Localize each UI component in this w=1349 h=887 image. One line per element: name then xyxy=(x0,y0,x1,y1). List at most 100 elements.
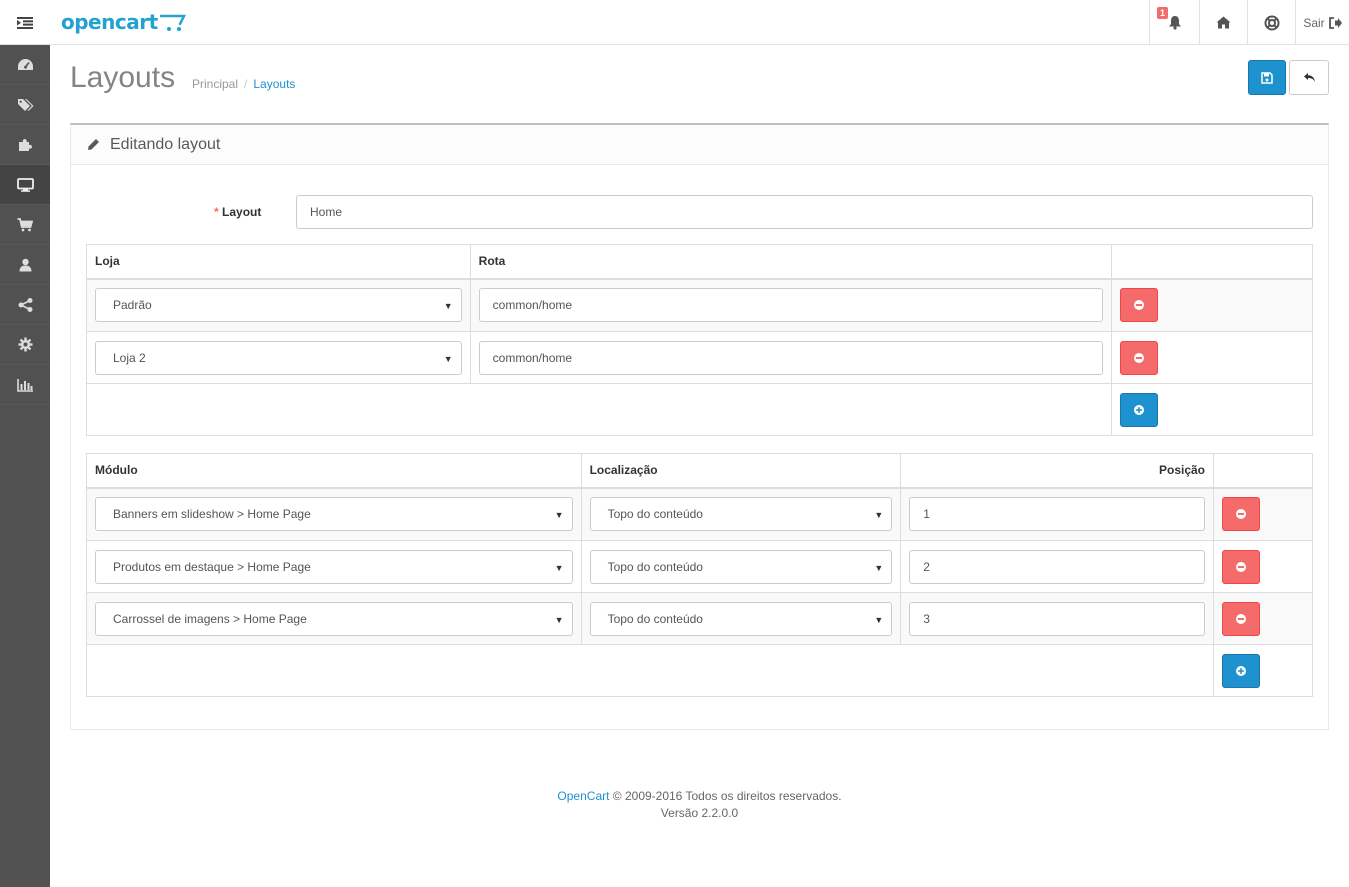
position-input[interactable]: 1 xyxy=(909,497,1206,532)
modules-header-position: Posição xyxy=(900,453,1215,489)
notifications-button[interactable]: 1 xyxy=(1149,0,1199,45)
table-row xyxy=(85,383,1313,436)
sidebar-item-design[interactable] xyxy=(0,165,50,205)
store-home-button[interactable] xyxy=(1199,0,1247,45)
module-select[interactable]: Carrossel de imagens > Home Page ▼ xyxy=(95,601,573,636)
life-ring-icon xyxy=(1264,15,1279,30)
routes-header-store: Loja xyxy=(86,244,471,280)
sidebar-item-reports[interactable] xyxy=(0,365,50,405)
top-header: opencart 1 Sair xyxy=(0,0,1349,45)
add-route-button[interactable] xyxy=(1120,392,1159,427)
store-select[interactable]: Loja 2 ▼ xyxy=(95,340,462,375)
cart-logo-icon xyxy=(159,14,186,31)
sidebar-item-sales[interactable] xyxy=(0,205,50,245)
footer: OpenCart © 2009-2016 Todos os direitos r… xyxy=(50,788,1349,822)
caret-down-icon: ▼ xyxy=(874,510,884,521)
bell-icon xyxy=(1168,16,1181,30)
breadcrumb-separator: / xyxy=(244,77,248,91)
caret-down-icon: ▼ xyxy=(554,614,564,625)
minus-circle-icon xyxy=(1236,613,1247,624)
opencart-link[interactable]: OpenCart xyxy=(557,789,609,803)
sidebar-item-dashboard[interactable] xyxy=(0,45,50,85)
dashboard-icon xyxy=(17,59,33,70)
layout-name-input[interactable]: Home xyxy=(296,195,1313,229)
remove-module-button[interactable] xyxy=(1222,601,1261,636)
modules-header-module: Módulo xyxy=(86,453,582,489)
caret-down-icon: ▼ xyxy=(874,614,884,625)
routes-table: Loja Rota Padrão ▼ common/home Loja 2 ▼ co… xyxy=(85,244,1313,436)
tags-icon xyxy=(17,98,33,111)
location-select[interactable]: Topo do conteúdo ▼ xyxy=(589,601,893,636)
caret-down-icon: ▼ xyxy=(443,353,453,364)
route-input[interactable]: common/home xyxy=(478,340,1104,375)
table-row: Banners em slideshow > Home Page ▼ Topo d… xyxy=(86,487,1313,541)
sidebar xyxy=(0,45,50,887)
home-icon xyxy=(1216,16,1231,29)
reply-icon xyxy=(1303,73,1315,82)
remove-module-button[interactable] xyxy=(1222,497,1261,532)
minus-circle-icon xyxy=(1236,509,1247,520)
store-select[interactable]: Padrão ▼ xyxy=(95,288,462,323)
share-icon xyxy=(18,297,32,312)
layout-label: * Layout xyxy=(214,205,262,219)
menu-indent-icon xyxy=(17,16,33,29)
puzzle-icon xyxy=(18,139,32,151)
modules-header-location: Localização xyxy=(580,453,902,489)
table-row xyxy=(85,644,1313,697)
modules-table: Módulo Localização Posição Banners em sl… xyxy=(85,453,1313,697)
caret-down-icon: ▼ xyxy=(554,510,564,521)
main-content: Layouts Principal / Layouts Editando lay… xyxy=(50,45,1349,887)
page-title: Layouts xyxy=(70,61,176,94)
sidebar-item-marketing[interactable] xyxy=(0,285,50,325)
menu-toggle-button[interactable] xyxy=(0,0,50,45)
caret-down-icon: ▼ xyxy=(554,562,564,573)
module-select[interactable]: Produtos em destaque > Home Page ▼ xyxy=(95,549,573,584)
edit-layout-panel: Editando layout * Layout Home Loja Rota … xyxy=(70,123,1329,730)
sidebar-item-system[interactable] xyxy=(0,325,50,365)
routes-header-action xyxy=(1111,244,1313,280)
desktop-icon xyxy=(16,177,34,192)
minus-circle-icon xyxy=(1236,561,1247,572)
breadcrumb-layouts[interactable]: Layouts xyxy=(253,77,295,91)
sidebar-item-extensions[interactable] xyxy=(0,125,50,165)
location-select[interactable]: Topo do conteúdo ▼ xyxy=(589,549,893,584)
gear-icon xyxy=(18,337,32,352)
table-row: Loja 2 ▼ common/home xyxy=(86,331,1313,384)
route-input[interactable]: common/home xyxy=(478,288,1104,323)
location-select[interactable]: Topo do conteúdo ▼ xyxy=(589,497,893,532)
minus-circle-icon xyxy=(1134,300,1145,311)
cancel-button[interactable] xyxy=(1289,60,1329,95)
floppy-disk-icon xyxy=(1261,71,1273,84)
table-row: Carrossel de imagens > Home Page ▼ Topo d… xyxy=(86,592,1313,645)
module-select[interactable]: Banners em slideshow > Home Page ▼ xyxy=(95,497,573,532)
save-button[interactable] xyxy=(1248,60,1286,95)
add-module-button[interactable] xyxy=(1222,653,1261,688)
panel-title: Editando layout xyxy=(110,135,221,153)
routes-header-route: Rota xyxy=(469,244,1113,280)
position-input[interactable]: 2 xyxy=(909,549,1206,584)
sidebar-item-customers[interactable] xyxy=(0,245,50,285)
remove-module-button[interactable] xyxy=(1222,549,1261,584)
plus-circle-icon xyxy=(1134,404,1145,415)
sign-out-icon xyxy=(1328,16,1342,29)
breadcrumb-home[interactable]: Principal xyxy=(192,77,238,91)
remove-route-button[interactable] xyxy=(1120,288,1159,323)
layout-name-row: * Layout Home xyxy=(71,195,1328,231)
pencil-icon xyxy=(88,139,99,150)
copyright-text: © 2009-2016 Todos os direitos reservados… xyxy=(612,789,842,803)
remove-route-button[interactable] xyxy=(1120,340,1159,375)
modules-header-action xyxy=(1213,453,1313,489)
caret-down-icon: ▼ xyxy=(874,562,884,573)
notification-badge: 1 xyxy=(1157,7,1169,19)
sidebar-item-catalog[interactable] xyxy=(0,85,50,125)
caret-down-icon: ▼ xyxy=(443,301,453,312)
minus-circle-icon xyxy=(1134,352,1145,363)
opencart-logo[interactable]: opencart xyxy=(61,8,186,36)
help-button[interactable] xyxy=(1247,0,1295,45)
plus-circle-icon xyxy=(1236,665,1247,676)
logout-button[interactable]: Sair xyxy=(1295,0,1349,45)
position-input[interactable]: 3 xyxy=(909,601,1206,636)
panel-heading: Editando layout xyxy=(71,125,1328,165)
cart-icon xyxy=(17,217,33,231)
table-row: Padrão ▼ common/home xyxy=(86,278,1313,332)
